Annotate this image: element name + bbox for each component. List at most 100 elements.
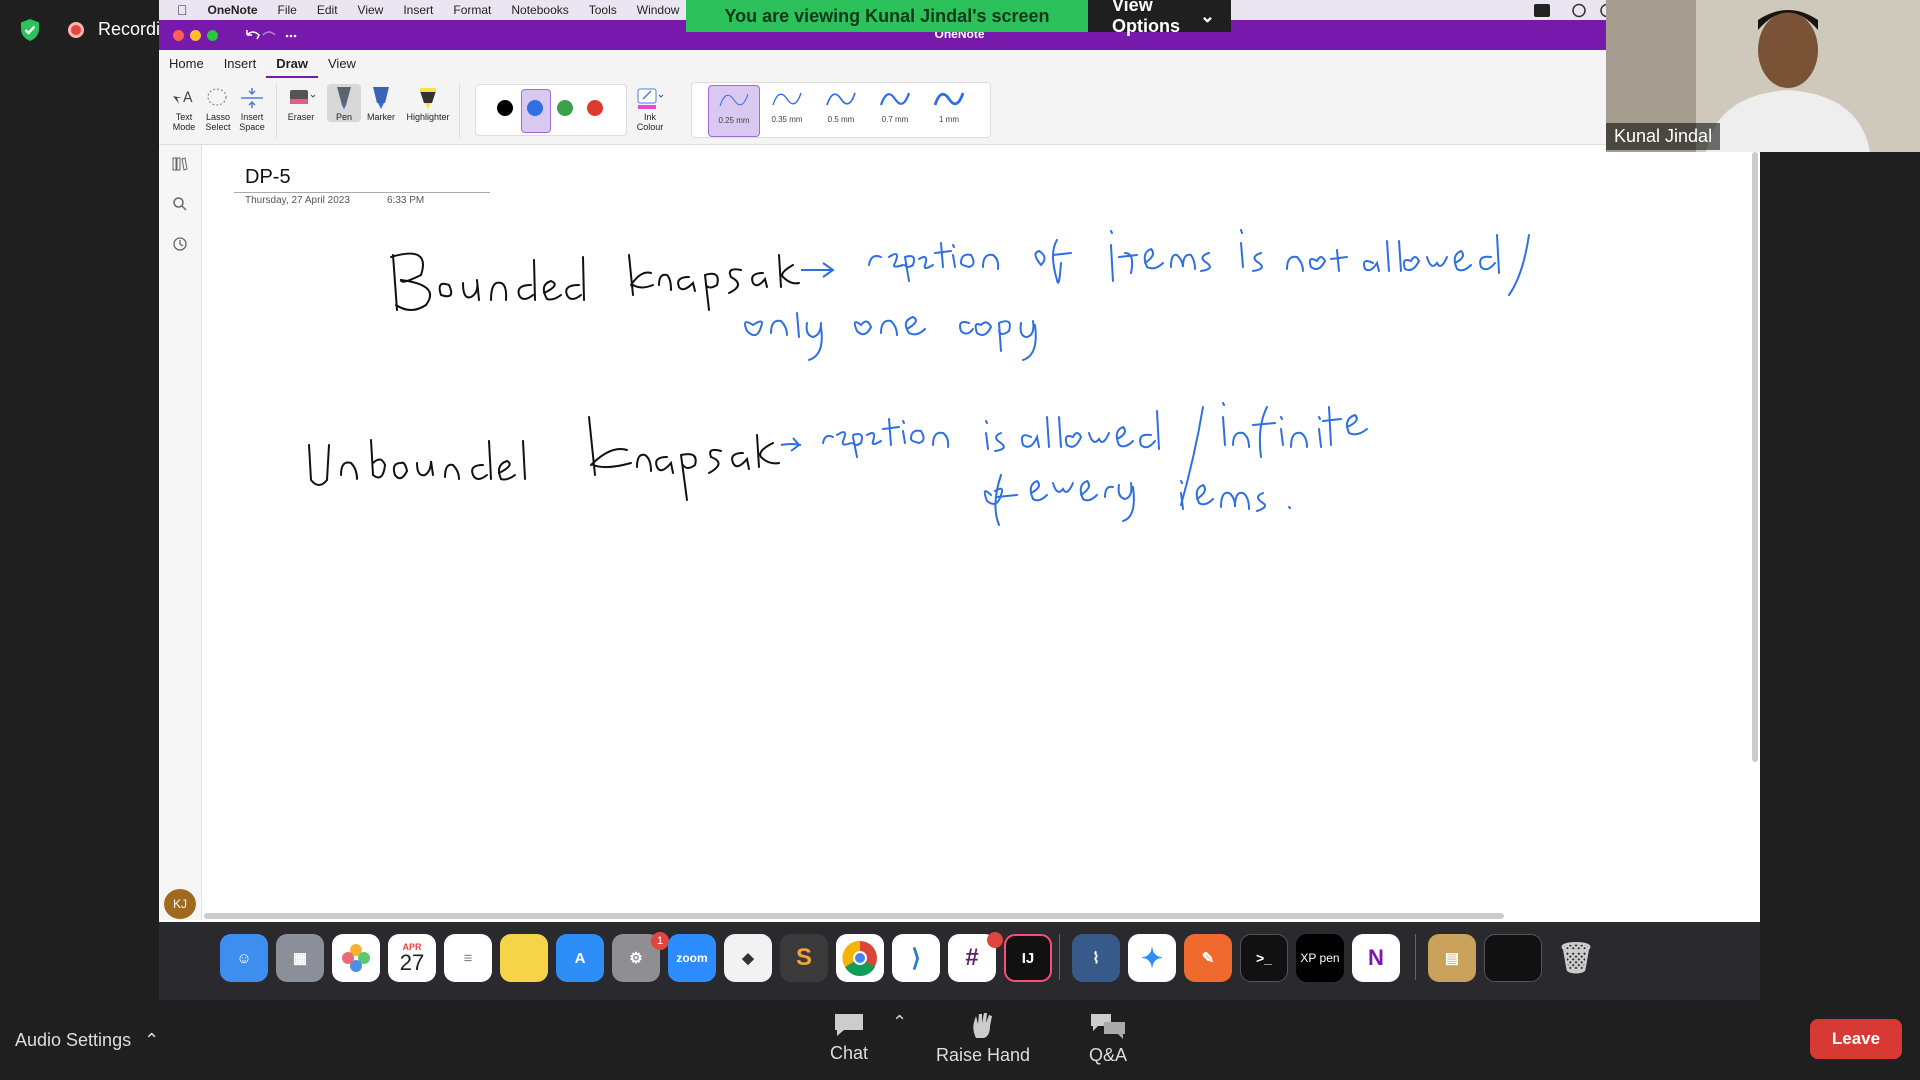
chevron-up-icon[interactable]: ⌃ [892, 1012, 907, 1033]
qa-icon [1091, 1014, 1125, 1039]
menu-app-name[interactable]: OneNote [208, 3, 258, 17]
menu-edit[interactable]: Edit [317, 3, 338, 17]
menu-insert[interactable]: Insert [403, 3, 433, 17]
chrome-icon[interactable] [836, 934, 884, 982]
menu-tools[interactable]: Tools [589, 3, 617, 17]
pen-width-0-25[interactable]: 0.25 mm [708, 85, 760, 137]
eraser-label: Eraser [287, 112, 315, 122]
vscode-icon[interactable]: ⟩ [892, 934, 940, 982]
finder-icon[interactable]: ☺ [220, 934, 268, 982]
raise-hand-label: Raise Hand [935, 1045, 1031, 1065]
sequel-ace-icon[interactable]: ◆ [724, 934, 772, 982]
ink-colour-button[interactable]: Ink Colour [630, 84, 670, 132]
pen-width-0-5[interactable]: 0.5 mm [816, 85, 866, 135]
xppen-icon[interactable]: XP pen [1296, 934, 1344, 982]
apple-menu-icon[interactable]:  [177, 2, 188, 18]
highlighter-button[interactable]: Highlighter [403, 84, 453, 122]
lasso-select-button[interactable]: Lasso Select [201, 84, 235, 132]
insert-space-button[interactable]: Insert Space [235, 84, 269, 132]
draw-ribbon: A Text Mode Lasso Select Insert Space Er… [159, 78, 1760, 145]
slack-notification-badge [987, 932, 1003, 948]
mysql-workbench-icon[interactable]: ⌇ [1072, 934, 1120, 982]
calendar-day: 27 [399, 950, 425, 975]
vertical-scrollbar[interactable] [1752, 152, 1758, 762]
tab-home[interactable]: Home [159, 50, 214, 78]
postman-icon[interactable]: ✎ [1184, 934, 1232, 982]
share-banner-text: You are viewing Kunal Jindal's screen [686, 0, 1088, 32]
chat-label: Chat [829, 1043, 869, 1063]
ink-color-blue[interactable] [527, 100, 543, 116]
search-icon[interactable] [172, 196, 188, 212]
view-options-button[interactable]: View Options ⌄ [1088, 0, 1231, 36]
safari-icon[interactable]: ✦ [1128, 934, 1176, 982]
terminal-icon[interactable]: >_ [1240, 934, 1288, 982]
chat-button[interactable]: Chat [828, 1012, 870, 1064]
notification-badge: 1 [651, 932, 669, 950]
calendar-icon[interactable]: APR 27 [388, 934, 436, 982]
view-options-label: View Options [1112, 0, 1180, 36]
tab-insert[interactable]: Insert [214, 50, 267, 78]
menu-file[interactable]: File [278, 3, 297, 17]
pen-button[interactable]: Pen [327, 84, 361, 122]
pen-label: Pen [335, 112, 352, 122]
lasso-select-label: Lasso Select [205, 112, 231, 132]
horizontal-scrollbar[interactable] [204, 913, 1504, 919]
trash-icon[interactable]: 🗑 [1552, 934, 1600, 982]
intellij-icon[interactable]: IJ [1004, 934, 1052, 982]
menu-view[interactable]: View [358, 3, 384, 17]
menu-window[interactable]: Window [637, 3, 680, 17]
tab-view[interactable]: View [318, 50, 366, 78]
pen-width-0-35[interactable]: 0.35 mm [762, 85, 812, 135]
user-avatar[interactable]: KJ [164, 889, 196, 919]
raise-hand-button[interactable]: Raise Hand [935, 1012, 1031, 1066]
screen-thumbnail-icon[interactable] [1484, 934, 1542, 982]
menu-notebooks[interactable]: Notebooks [511, 3, 568, 17]
audio-settings-button[interactable]: Audio Settings ⌃ [15, 1030, 159, 1051]
security-shield-icon[interactable] [18, 18, 42, 42]
ribbon-tabs: Home Insert Draw View [159, 50, 1760, 78]
pen-width-0-7[interactable]: 0.7 mm [870, 85, 920, 135]
dock-separator [1059, 934, 1060, 980]
ink-color-green[interactable] [557, 100, 573, 116]
navigation-sidebar: KJ [159, 145, 202, 920]
sublime-text-icon[interactable]: S [780, 934, 828, 982]
insert-space-icon [235, 84, 269, 112]
chat-icon [835, 1014, 863, 1036]
downloads-stack-icon[interactable]: ▤ [1428, 934, 1476, 982]
ink-color-black[interactable] [497, 100, 513, 116]
photos-icon[interactable] [332, 934, 380, 982]
reminders-icon[interactable]: ≡ [444, 934, 492, 982]
app-store-icon[interactable]: A [556, 934, 604, 982]
pen-width-label: 0.35 mm [771, 115, 803, 124]
highlighter-label: Highlighter [406, 112, 450, 122]
notebooks-icon[interactable] [172, 156, 188, 172]
marker-label: Marker [366, 112, 395, 122]
chevron-up-icon: ⌃ [144, 1030, 160, 1050]
pen-width-1[interactable]: 1 mm [924, 85, 974, 135]
insert-space-label: Insert Space [239, 112, 265, 132]
launchpad-icon[interactable]: ▦ [276, 934, 324, 982]
menu-format[interactable]: Format [453, 3, 491, 17]
ink-colour-label: Ink Colour [636, 112, 664, 132]
ink-unbounded-knapsack [308, 416, 780, 501]
qa-label: Q&A [1088, 1045, 1127, 1065]
notes-icon[interactable] [500, 934, 548, 982]
tab-draw[interactable]: Draw [266, 50, 318, 78]
pen-stroke-icon [879, 92, 911, 106]
dock-separator [1415, 934, 1416, 980]
qa-button[interactable]: Q&A [1086, 1012, 1130, 1066]
ink-canvas[interactable] [201, 145, 1751, 910]
marker-button[interactable]: Marker [364, 84, 398, 122]
leave-button[interactable]: Leave [1810, 1019, 1902, 1059]
eraser-button[interactable]: Eraser [284, 84, 318, 122]
text-mode-button[interactable]: A Text Mode [167, 84, 201, 132]
ink-color-red[interactable] [587, 100, 603, 116]
zoom-app-icon[interactable]: zoom [668, 934, 716, 982]
onenote-icon[interactable]: N [1352, 934, 1400, 982]
shared-screen:  OneNote File Edit View Insert Format N… [159, 0, 1760, 1000]
svg-text:A: A [183, 90, 193, 106]
chevron-down-icon: ⌄ [1199, 5, 1215, 26]
pen-stroke-icon [826, 92, 856, 106]
recent-clock-icon[interactable] [172, 236, 188, 252]
ink-arrow-1 [801, 262, 835, 278]
